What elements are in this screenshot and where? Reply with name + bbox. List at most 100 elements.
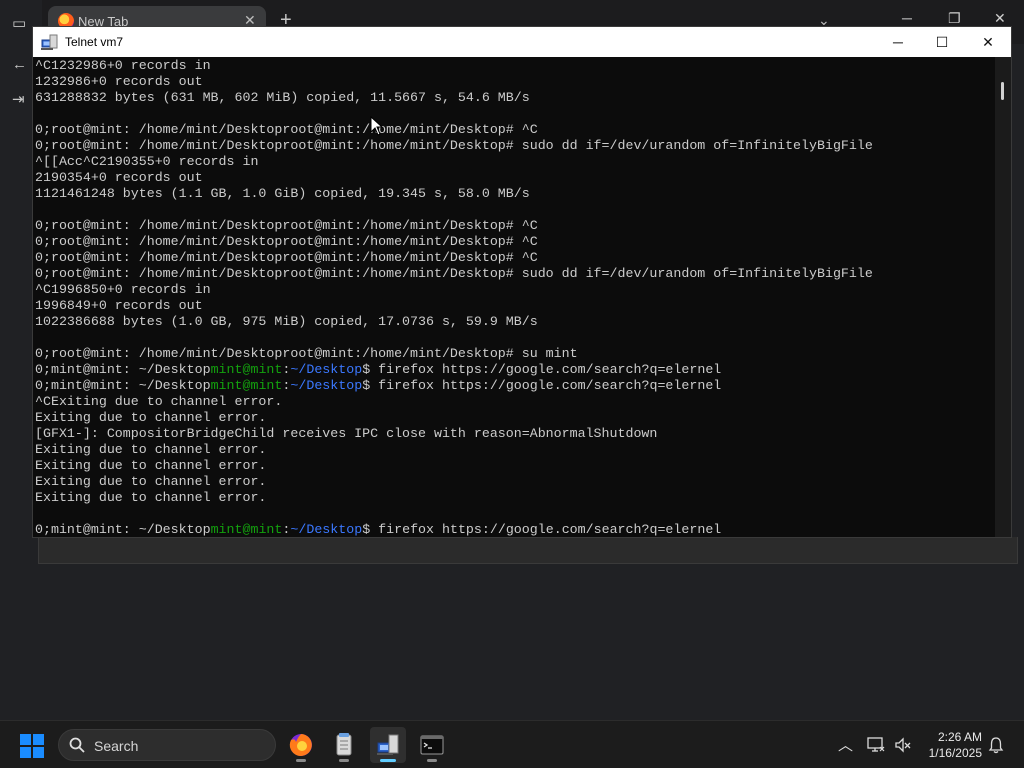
terminal-line: ^C1232986+0 records in: [35, 58, 873, 74]
terminal-text: 0;root@mint: /home/mint/Desktoproot@mint…: [35, 234, 538, 249]
taskbar-clock[interactable]: 2:26 AM 1/16/2025: [912, 729, 982, 761]
terminal-icon: [420, 735, 444, 755]
terminal-line: 1232986+0 records out: [35, 74, 873, 90]
tab-overview-icon[interactable]: ▭: [12, 14, 26, 32]
terminal-line: 0;root@mint: /home/mint/Desktoproot@mint…: [35, 250, 873, 266]
terminal-line: 0;mint@mint: ~/Desktopmint@mint:~/Deskto…: [35, 378, 873, 394]
terminal-line: 0;root@mint: /home/mint/Desktoproot@mint…: [35, 266, 873, 282]
terminal-text: 0;root@mint: /home/mint/Desktoproot@mint…: [35, 266, 873, 281]
telnet-icon: [377, 734, 399, 755]
terminal-text: 1022386688 bytes (1.0 GB, 975 MiB) copie…: [35, 314, 538, 329]
telnet-title-bar[interactable]: Telnet vm7 ─ ☐ ✕: [33, 27, 1011, 57]
terminal-text: 0;root@mint: /home/mint/Desktoproot@mint…: [35, 138, 873, 153]
terminal-line: [GFX1-]: CompositorBridgeChild receives …: [35, 426, 873, 442]
terminal-text: 1121461248 bytes (1.1 GB, 1.0 GiB) copie…: [35, 186, 530, 201]
terminal-line: Exiting due to channel error.: [35, 442, 873, 458]
network-icon[interactable]: [866, 736, 886, 754]
terminal-text: Exiting due to channel error.: [35, 410, 267, 425]
scrollbar-thumb[interactable]: [1001, 82, 1004, 100]
running-indicator: [427, 759, 437, 762]
terminal-text: Exiting due to channel error.: [35, 442, 267, 457]
browser-close-button[interactable]: ✕: [994, 10, 1006, 27]
terminal-line: 631288832 bytes (631 MB, 602 MiB) copied…: [35, 90, 873, 106]
browser-restore-button[interactable]: ❐: [948, 10, 961, 27]
terminal-text: 0;mint@mint: ~/Desktop: [35, 362, 211, 377]
terminal-text: 1232986+0 records out: [35, 74, 203, 89]
terminal-text: 0;mint@mint: ~/Desktop: [35, 522, 211, 537]
taskbar-telnet-button[interactable]: [370, 727, 406, 763]
terminal-text: mint@mint: [210, 378, 283, 393]
terminal-line: 1121461248 bytes (1.1 GB, 1.0 GiB) copie…: [35, 186, 873, 202]
terminal-line: 0;mint@mint: ~/Desktopmint@mint:~/Deskto…: [35, 522, 873, 537]
terminal-text: ^C1996850+0 records in: [35, 282, 211, 297]
notepad-icon: [336, 733, 352, 756]
terminal-text: ~/Desktop: [290, 378, 363, 393]
terminal-text: 0;root@mint: /home/mint/Desktoproot@mint…: [35, 218, 538, 233]
telnet-close-button[interactable]: ✕: [965, 27, 1011, 57]
taskbar: Search ︿ 2:26 AM 1/16/2025: [0, 720, 1024, 768]
mouse-cursor-icon: [370, 116, 384, 136]
terminal-text: 0;root@mint: /home/mint/Desktoproot@mint…: [35, 250, 538, 265]
terminal-line: 0;root@mint: /home/mint/Desktoproot@mint…: [35, 234, 873, 250]
sign-in-icon[interactable]: ⇥: [12, 90, 25, 108]
terminal-text: $ firefox https://google.com/search?q=el…: [362, 522, 722, 537]
clock-date: 1/16/2025: [928, 746, 982, 760]
terminal-text: ^CExiting due to channel error.: [35, 394, 283, 409]
telnet-title: Telnet vm7: [65, 35, 124, 49]
clock-time: 2:26 AM: [937, 730, 982, 744]
terminal-text: 1996849+0 records out: [35, 298, 203, 313]
terminal-text: 0;root@mint: /home/mint/Desktoproot@mint…: [35, 122, 538, 137]
terminal-text: mint@mint: [210, 362, 283, 377]
terminal-line: 1022386688 bytes (1.0 GB, 975 MiB) copie…: [35, 314, 873, 330]
telnet-window: Telnet vm7 ─ ☐ ✕ ^C1232986+0 records in 1…: [32, 26, 1012, 538]
search-label: Search: [94, 738, 139, 754]
running-indicator: [339, 759, 349, 762]
terminal-line: ^CExiting due to channel error.: [35, 394, 873, 410]
background-window-edge: [38, 537, 1018, 564]
taskbar-terminal-button[interactable]: [414, 727, 450, 763]
terminal-scrollbar[interactable]: [995, 57, 1011, 537]
terminal-text: ~/Desktop: [290, 522, 363, 537]
terminal-line: 0;root@mint: /home/mint/Desktoproot@mint…: [35, 122, 873, 138]
terminal-text: 0;root@mint: /home/mint/Desktoproot@mint…: [35, 346, 578, 361]
terminal-text: $ firefox https://google.com/search?q=el…: [362, 362, 722, 377]
telnet-minimize-button[interactable]: ─: [875, 27, 921, 57]
terminal-line: 2190354+0 records out: [35, 170, 873, 186]
show-hidden-icons-chevron-icon[interactable]: ︿: [838, 734, 853, 755]
terminal-text: [GFX1-]: CompositorBridgeChild receives …: [35, 426, 658, 441]
terminal-line: Exiting due to channel error.: [35, 458, 873, 474]
terminal-text: mint@mint: [210, 522, 283, 537]
terminal-text: ^C1232986+0 records in: [35, 58, 211, 73]
firefox-icon: [289, 734, 312, 756]
active-indicator: [380, 759, 396, 762]
telnet-maximize-button[interactable]: ☐: [919, 27, 965, 57]
notification-bell-icon[interactable]: [988, 736, 1004, 754]
terminal-text: Exiting due to channel error.: [35, 490, 267, 505]
terminal-text: ^[[Acc^C2190355+0 records in: [35, 154, 259, 169]
windows-start-icon[interactable]: [20, 734, 44, 758]
terminal-text: 2190354+0 records out: [35, 170, 203, 185]
terminal-text: ~/Desktop: [290, 362, 363, 377]
terminal-output[interactable]: ^C1232986+0 records in 1232986+0 records …: [33, 57, 995, 537]
telnet-app-icon: [41, 34, 58, 50]
terminal-line: 0;root@mint: /home/mint/Desktoproot@mint…: [35, 138, 873, 154]
terminal-lines: ^C1232986+0 records in 1232986+0 records …: [35, 58, 873, 537]
terminal-line: Exiting due to channel error.: [35, 410, 873, 426]
browser-minimize-button[interactable]: ─: [902, 10, 912, 26]
terminal-text: 0;mint@mint: ~/Desktop: [35, 378, 211, 393]
terminal-text: $ firefox https://google.com/search?q=el…: [362, 378, 722, 393]
terminal-line: ^[[Acc^C2190355+0 records in: [35, 154, 873, 170]
back-arrow-icon[interactable]: ←: [12, 56, 27, 73]
taskbar-firefox-button[interactable]: [283, 727, 319, 763]
terminal-line: Exiting due to channel error.: [35, 474, 873, 490]
terminal-line: Exiting due to channel error.: [35, 490, 873, 506]
screen: ▭ ← ⇥ New Tab ✕ + ⌄ ─ ❐ ✕ Telnet vm7 ─ ☐: [0, 0, 1024, 768]
taskbar-notepad-button[interactable]: [326, 727, 362, 763]
taskbar-search-box[interactable]: Search: [58, 729, 276, 761]
terminal-text: Exiting due to channel error.: [35, 458, 267, 473]
volume-muted-icon[interactable]: [894, 736, 912, 754]
